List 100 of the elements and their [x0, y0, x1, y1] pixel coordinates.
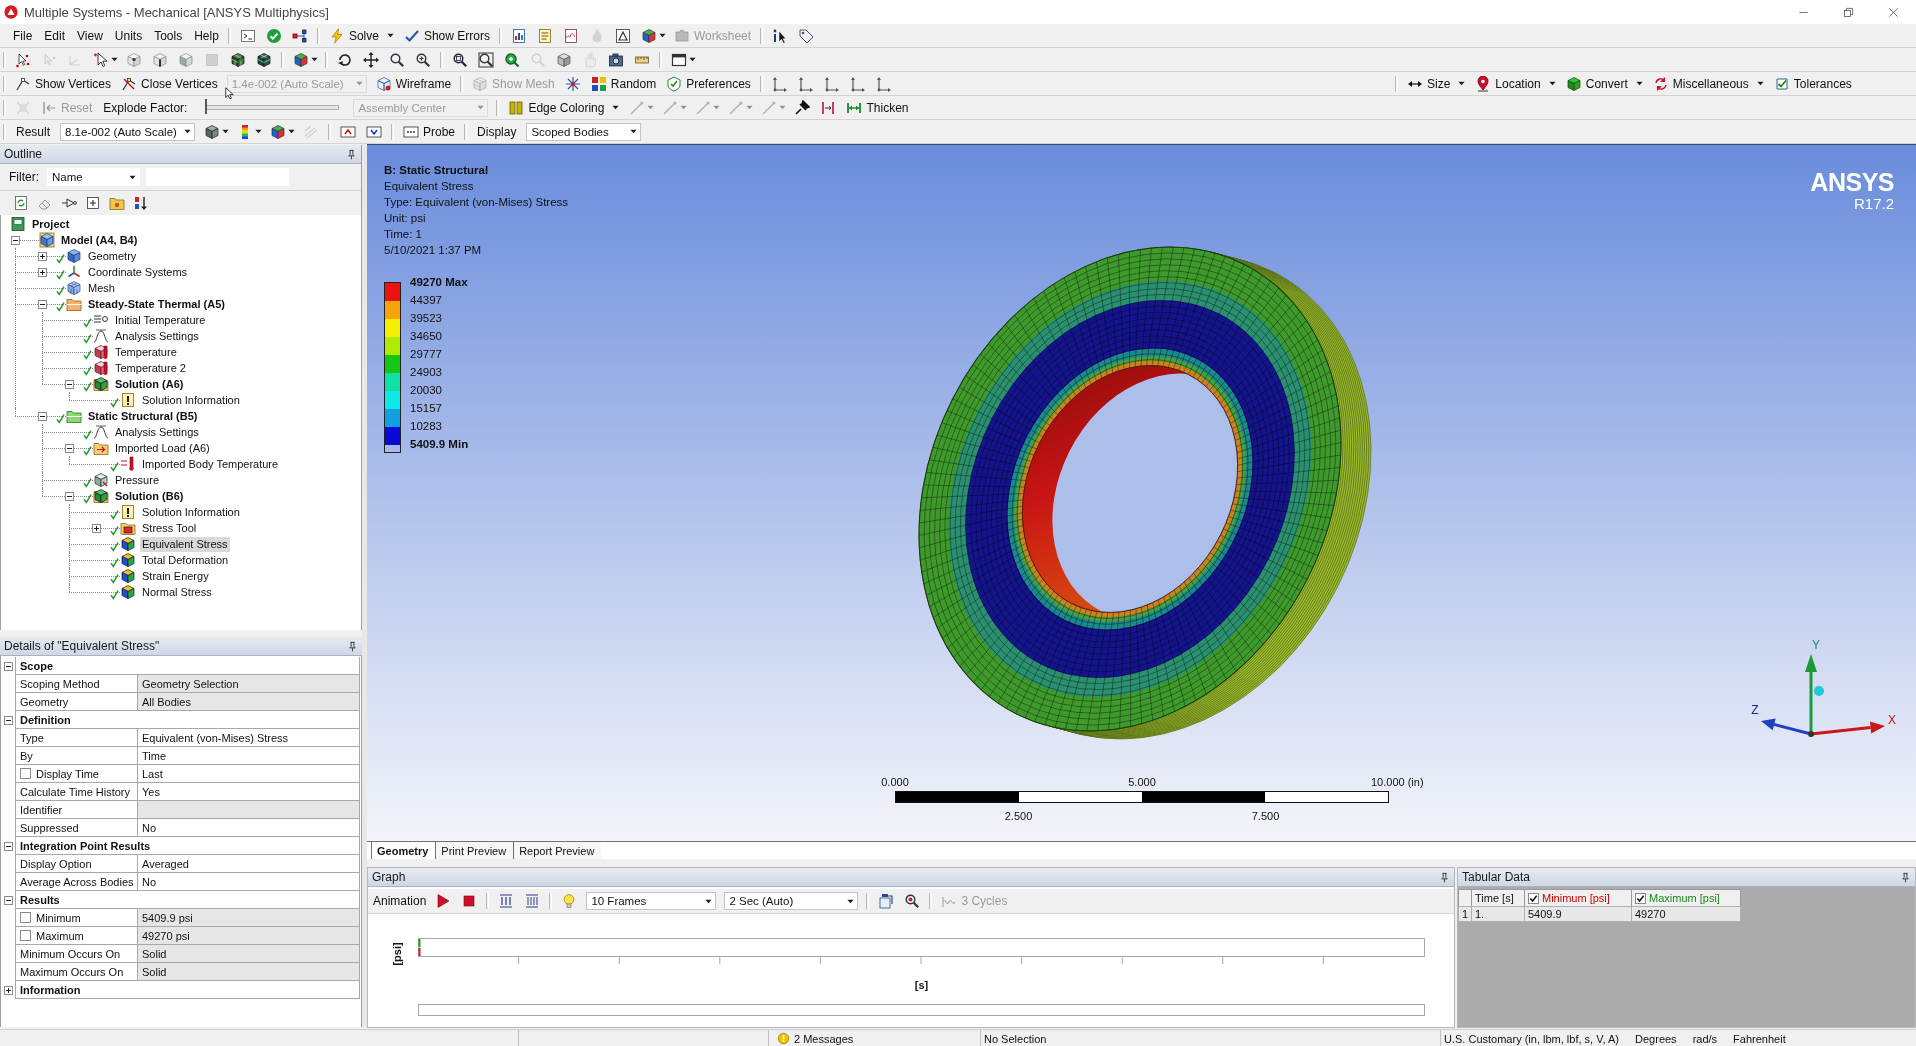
- cube-icon[interactable]: [293, 51, 309, 68]
- toolbar-button[interactable]: Edge Coloring: [503, 97, 625, 118]
- sort-icon[interactable]: [133, 195, 149, 211]
- axis-icon[interactable]: [875, 75, 892, 92]
- tree-item[interactable]: Initial Temperature: [113, 312, 208, 328]
- tree-item[interactable]: Analysis Settings: [113, 424, 201, 440]
- toolbar-button[interactable]: Preferences: [661, 73, 756, 94]
- cube-icon[interactable]: [640, 27, 657, 44]
- zoom-in-icon[interactable]: [415, 51, 431, 68]
- edge-select-icon[interactable]: [152, 51, 168, 68]
- cube-icon[interactable]: [270, 123, 286, 140]
- move-icon[interactable]: [363, 51, 379, 68]
- axis-icon[interactable]: [823, 75, 840, 92]
- expand-toggle[interactable]: [38, 299, 47, 309]
- pin-icon[interactable]: [346, 148, 357, 160]
- menu-item[interactable]: File: [7, 28, 39, 43]
- menu-item[interactable]: Help: [188, 28, 225, 43]
- tree-item[interactable]: Pressure: [113, 472, 162, 488]
- camera-icon[interactable]: [608, 51, 624, 68]
- toolbar-button[interactable]: Probe: [398, 121, 461, 142]
- caret-icon[interactable]: [1635, 80, 1643, 87]
- menu-item[interactable]: Units: [108, 28, 149, 43]
- chevron-up-icon[interactable]: [340, 123, 356, 140]
- toolbar-button[interactable]: Wireframe: [370, 73, 457, 94]
- property-value[interactable]: Solid: [137, 945, 360, 963]
- tree-item[interactable]: Solution Information: [140, 392, 242, 408]
- zoom-icon[interactable]: [904, 893, 921, 909]
- property-value[interactable]: 5409.9 psi: [137, 909, 360, 927]
- caret-icon[interactable]: [658, 32, 666, 39]
- zoom-icon[interactable]: [389, 51, 405, 68]
- tree-item[interactable]: Solution (B6): [113, 488, 186, 504]
- expand-toggle[interactable]: [11, 235, 20, 245]
- expand-all-icon[interactable]: [85, 195, 101, 211]
- mesh-cube-icon[interactable]: [230, 51, 246, 68]
- caret-icon[interactable]: [111, 56, 118, 63]
- expand-toggle[interactable]: [65, 379, 74, 389]
- tag-icon[interactable]: [798, 27, 815, 44]
- dropdown[interactable]: 2 Sec (Auto): [724, 892, 859, 910]
- tree-item[interactable]: Normal Stress: [140, 584, 214, 600]
- slider-thumb[interactable]: [205, 99, 208, 114]
- mesh-cube-icon[interactable]: [256, 51, 272, 68]
- expand-toggle[interactable]: [65, 491, 74, 501]
- property-value[interactable]: Last: [137, 765, 360, 783]
- axis-icon[interactable]: [849, 75, 866, 92]
- property-value[interactable]: All Bodies: [137, 693, 360, 711]
- columns-icon[interactable]: [498, 893, 515, 909]
- caret-icon[interactable]: [612, 104, 620, 111]
- pin-icon[interactable]: [794, 99, 811, 116]
- caret-icon[interactable]: [705, 897, 713, 905]
- expand-toggle[interactable]: [3, 985, 13, 995]
- tree-item[interactable]: Imported Body Temperature: [140, 456, 281, 472]
- property-value[interactable]: No: [137, 873, 360, 891]
- expand-toggle[interactable]: [38, 251, 47, 261]
- toolbar-button[interactable]: Solve: [323, 25, 399, 46]
- caret-icon[interactable]: [184, 128, 191, 135]
- dropdown[interactable]: 10 Frames: [586, 892, 717, 910]
- zoom-fit-icon[interactable]: [504, 51, 520, 68]
- view-tab[interactable]: Report Preview: [513, 842, 602, 859]
- menu-item[interactable]: View: [71, 28, 109, 43]
- property-value[interactable]: Averaged: [137, 855, 360, 873]
- axis-icon[interactable]: [771, 75, 788, 92]
- expand-toggle[interactable]: [38, 267, 47, 277]
- expand-toggle[interactable]: [65, 443, 74, 453]
- status-messages[interactable]: 2 Messages: [794, 1032, 854, 1045]
- cube-icon[interactable]: [204, 123, 220, 140]
- view-tab[interactable]: Print Preview: [435, 842, 514, 859]
- tree-item[interactable]: Total Deformation: [140, 552, 231, 568]
- property-value[interactable]: Time: [137, 747, 360, 765]
- star-icon[interactable]: [564, 75, 581, 92]
- check-icon[interactable]: [265, 27, 282, 44]
- tree-item[interactable]: Steady-State Thermal (A5): [86, 296, 227, 312]
- toolbar-button[interactable]: Close Vertices: [116, 73, 223, 94]
- pin-icon[interactable]: [1439, 871, 1450, 883]
- zoom-box-icon[interactable]: [452, 51, 468, 68]
- play-icon[interactable]: [435, 893, 452, 909]
- chart-document-icon[interactable]: [510, 27, 527, 44]
- tree-item[interactable]: Coordinate Systems: [86, 264, 190, 280]
- caret-icon[interactable]: [689, 56, 696, 63]
- property-value[interactable]: Yes: [137, 783, 360, 801]
- refresh-icon[interactable]: [13, 195, 29, 211]
- toolbar-button[interactable]: Location: [1470, 73, 1561, 94]
- checkbox[interactable]: [20, 768, 31, 779]
- caret-icon[interactable]: [630, 128, 638, 135]
- expand-toggle[interactable]: [3, 895, 13, 905]
- wave-document-icon[interactable]: [562, 27, 579, 44]
- nodes-icon[interactable]: [291, 27, 308, 44]
- property-value[interactable]: Equivalent (von-Mises) Stress: [137, 729, 360, 747]
- tree-item[interactable]: Model (A4, B4): [59, 232, 140, 248]
- pin-icon[interactable]: [1900, 871, 1911, 883]
- folder-icon[interactable]: [109, 195, 125, 211]
- property-value[interactable]: No: [137, 819, 360, 837]
- tree-item[interactable]: Geometry: [86, 248, 139, 264]
- caret-icon[interactable]: [288, 128, 295, 135]
- stop-icon[interactable]: [461, 893, 478, 909]
- text-document-icon[interactable]: [536, 27, 553, 44]
- triangle-box-icon[interactable]: [614, 27, 631, 44]
- tree-item[interactable]: Equivalent Stress: [140, 536, 230, 552]
- checkbox[interactable]: [1528, 892, 1539, 904]
- timeline-track[interactable]: [418, 1004, 1425, 1016]
- dropdown[interactable]: Name: [47, 168, 140, 186]
